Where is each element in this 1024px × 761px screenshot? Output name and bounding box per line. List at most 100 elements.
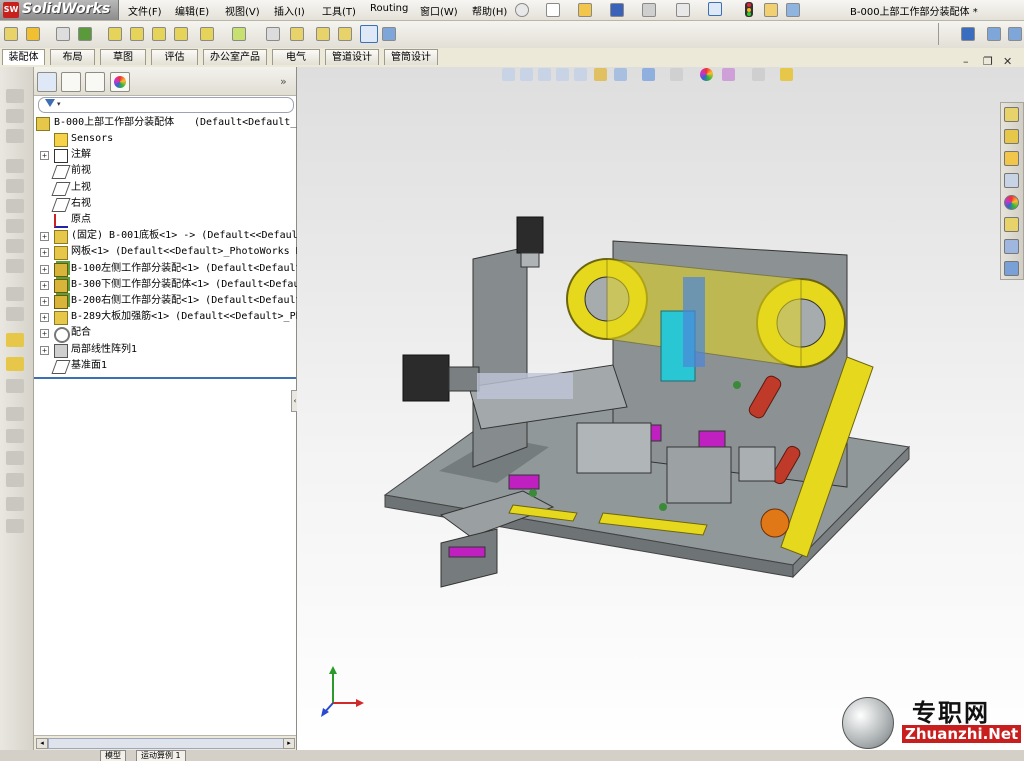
new-document-icon[interactable] xyxy=(546,3,560,17)
curves-icon[interactable] xyxy=(6,407,24,421)
file-properties-icon[interactable] xyxy=(764,3,778,17)
view-settings-icon[interactable] xyxy=(752,68,765,81)
tree-item[interactable]: Sensors xyxy=(34,131,296,147)
solidworks-resources-icon[interactable] xyxy=(1004,107,1019,122)
assembly-features-icon[interactable] xyxy=(200,27,214,41)
file-explorer-icon[interactable] xyxy=(1004,151,1019,166)
surfaces-icon[interactable] xyxy=(6,429,24,443)
expand-node-icon[interactable]: + xyxy=(40,248,49,258)
shell-icon[interactable] xyxy=(6,219,24,233)
expand-node-icon[interactable]: + xyxy=(40,297,49,306)
dynamic-annotation-icon[interactable] xyxy=(594,68,607,81)
zoom-in-out-icon[interactable] xyxy=(556,68,569,81)
expand-node-icon[interactable]: + xyxy=(40,329,49,339)
expand-node-icon[interactable]: + xyxy=(40,280,49,290)
tree-item[interactable]: 基准面1 xyxy=(34,358,296,374)
component-icon[interactable] xyxy=(6,333,24,347)
extrude-icon[interactable] xyxy=(6,89,24,103)
tree-item[interactable]: 原点 xyxy=(34,212,296,228)
tab-piping[interactable]: 管道设计 xyxy=(325,49,379,65)
mirror-icon[interactable] xyxy=(6,379,24,393)
expand-panel-icon[interactable]: » xyxy=(280,75,287,88)
rotate-view-icon[interactable] xyxy=(780,68,793,81)
custom-properties-icon[interactable] xyxy=(1004,217,1019,232)
explode-line-sketch-icon[interactable] xyxy=(338,27,352,41)
show-hidden-icon[interactable] xyxy=(174,27,188,41)
view-palette-icon[interactable] xyxy=(1004,239,1019,254)
close-icon[interactable]: ✕ xyxy=(1003,55,1012,68)
bill-of-materials-icon[interactable] xyxy=(290,27,304,41)
save-icon[interactable] xyxy=(610,3,624,17)
move-component-icon[interactable] xyxy=(130,27,144,41)
panel-splitter[interactable] xyxy=(34,377,296,379)
tree-item[interactable]: + (固定) B-001底板<1> -> (Default<<Default> xyxy=(34,228,310,245)
tree-item[interactable]: 右视 xyxy=(34,196,296,212)
sweep-icon[interactable] xyxy=(6,129,24,143)
menu-window[interactable]: 窗口(W) xyxy=(420,3,458,18)
expand-node-icon[interactable]: + xyxy=(40,313,49,323)
tree-item[interactable]: + 注解 xyxy=(34,147,296,164)
apply-scene-icon[interactable] xyxy=(722,68,735,81)
view-orientation-menu-icon[interactable] xyxy=(614,68,627,81)
new-motion-study-icon[interactable] xyxy=(266,27,280,41)
edit-appearance-icon[interactable] xyxy=(700,68,713,81)
menu-routing[interactable]: Routing xyxy=(370,3,408,14)
tab-motion-study[interactable]: 运动算例 1 xyxy=(136,750,186,761)
tree-item[interactable]: + 网板<1> (Default<<Default>_PhotoWorks Dis xyxy=(34,244,314,261)
interference-detection-icon[interactable] xyxy=(360,25,378,43)
select-pointer-icon[interactable] xyxy=(708,2,722,16)
exploded-view-icon[interactable] xyxy=(316,27,330,41)
fillet-icon[interactable] xyxy=(6,179,24,193)
expand-node-icon[interactable]: + xyxy=(40,345,49,355)
restore-icon[interactable]: ❐ xyxy=(983,55,993,68)
cut-icon[interactable] xyxy=(6,159,24,173)
tree-item[interactable]: 上视 xyxy=(34,180,296,196)
open-folder-icon[interactable] xyxy=(578,3,592,17)
design-library-icon[interactable] xyxy=(1004,129,1019,144)
expand-node-icon[interactable]: + xyxy=(40,232,49,242)
menu-view[interactable]: 视图(V) xyxy=(225,3,260,18)
pin-icon[interactable] xyxy=(515,3,529,17)
tree-item[interactable]: + 局部线性阵列1 xyxy=(34,342,296,358)
configuration-manager-tab-icon[interactable] xyxy=(85,72,105,92)
document-recovery-icon[interactable] xyxy=(1004,261,1019,276)
menu-tools[interactable]: 工具(T) xyxy=(322,3,356,18)
feature-tree-filter[interactable]: ▾ xyxy=(38,97,294,113)
graphics-viewport[interactable]: – ❐ ✕ 专职网 Zhuanzhi.Net xyxy=(297,55,1024,750)
traffic-light-icon[interactable] xyxy=(745,2,753,17)
tab-evaluate[interactable]: 评估 xyxy=(151,49,198,65)
tab-office-products[interactable]: 办公室产品 xyxy=(203,49,267,65)
mate-icon[interactable] xyxy=(56,27,70,41)
reference-geometry-icon[interactable] xyxy=(232,27,246,41)
tab-sketch[interactable]: 草图 xyxy=(100,49,146,65)
pattern-tool-icon[interactable] xyxy=(6,357,24,371)
isometric-view-icon[interactable] xyxy=(987,27,1001,41)
rotate-component-icon[interactable] xyxy=(152,27,166,41)
expand-node-icon[interactable]: + xyxy=(40,151,49,161)
linear-pattern-icon[interactable] xyxy=(78,27,92,41)
minimize-icon[interactable]: – xyxy=(963,55,969,68)
smart-fasteners-icon[interactable] xyxy=(108,27,122,41)
display-style-icon[interactable] xyxy=(1008,27,1022,41)
tree-item[interactable]: 前视 xyxy=(34,163,296,180)
app-logo[interactable]: SW SolidWorks xyxy=(0,0,119,20)
assembly-model-render[interactable] xyxy=(377,207,937,607)
tab-model[interactable]: 模型 xyxy=(100,750,126,761)
tab-assembly[interactable]: 装配体 xyxy=(2,49,45,65)
print-icon[interactable] xyxy=(642,3,656,17)
hide-show-items-icon[interactable] xyxy=(670,68,683,81)
feature-tree-tab-icon[interactable] xyxy=(37,72,57,92)
sheet-metal-icon[interactable] xyxy=(6,473,24,487)
zoom-to-area-icon[interactable] xyxy=(520,68,533,81)
search-results-icon[interactable] xyxy=(1004,173,1019,188)
dome-icon[interactable] xyxy=(6,287,24,301)
horizontal-scrollbar[interactable]: ◂ ▸ xyxy=(34,735,296,750)
draft-icon[interactable] xyxy=(6,259,24,273)
tab-tubing[interactable]: 管筒设计 xyxy=(384,49,438,65)
zoom-to-fit-icon[interactable] xyxy=(502,68,515,81)
tree-root-assembly[interactable]: B-000上部工作部分装配体 (Default<Default_Di xyxy=(34,115,308,131)
property-manager-tab-icon[interactable] xyxy=(61,72,81,92)
rib-icon[interactable] xyxy=(6,239,24,253)
tree-item[interactable]: + B-289大板加强筋<1> (Default<<Default>_Phot xyxy=(34,309,314,326)
view-orientation-icon[interactable] xyxy=(961,27,975,41)
